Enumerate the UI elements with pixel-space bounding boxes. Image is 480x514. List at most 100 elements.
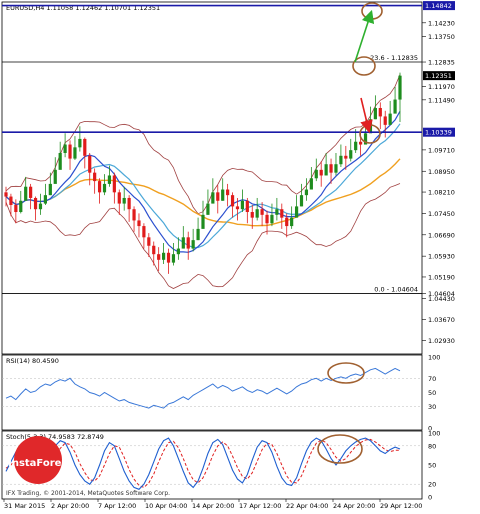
stoch-tick-label: 0 (428, 494, 432, 502)
candle-body (393, 99, 397, 114)
candle-body (255, 209, 259, 218)
price-badge-label-1: 1.12351 (425, 72, 452, 80)
stoch-tick-label: 100 (428, 430, 440, 438)
candle-body (373, 107, 377, 120)
x-tick-label: 7 Apr 12:00 (98, 502, 136, 510)
candle-body (201, 214, 205, 229)
candle-body (339, 155, 343, 165)
candle-body (324, 164, 328, 176)
candle-body (93, 172, 97, 182)
candle-body (112, 175, 116, 193)
candle-body (132, 209, 136, 221)
candle-body (378, 107, 382, 117)
rsi-tick-label: 30 (428, 403, 436, 411)
candle-body (211, 192, 215, 204)
candle-body (33, 197, 38, 210)
candle-body (97, 181, 102, 193)
candle-body (230, 195, 235, 207)
candle-body (314, 169, 318, 179)
candle-body (235, 206, 240, 210)
candle-body (388, 113, 392, 125)
y-tick-label: 1.08210 (428, 189, 455, 197)
candle-body (43, 195, 47, 204)
rsi-tick-label: 70 (428, 375, 436, 383)
candle-body (368, 119, 373, 134)
x-tick-label: 24 Apr 20:00 (333, 502, 375, 510)
y-tick-label: 1.05190 (428, 273, 455, 281)
y-tick-label: 1.11490 (428, 96, 455, 104)
candle-body (250, 212, 254, 218)
y-tick-label: 1.07450 (428, 210, 455, 218)
candle-body (196, 228, 200, 241)
candle-body (9, 196, 13, 205)
candle-body (275, 209, 279, 215)
candle-body (102, 183, 107, 193)
candle-body (152, 245, 156, 255)
candle-body (383, 116, 387, 125)
price-badge-label-2: 1.10339 (425, 129, 452, 137)
candle-body (38, 203, 43, 210)
y-tick-label: 1.02930 (428, 337, 455, 345)
candle-body (329, 164, 333, 173)
y-tick-label: 1.12835 (428, 59, 455, 67)
candle-body (216, 192, 220, 201)
x-tick-label: 31 Mar 2015 (4, 502, 45, 510)
candle-body (304, 189, 309, 196)
stoch-tick-label: 80 (428, 442, 436, 450)
candle-body (53, 169, 57, 184)
candle-body (29, 186, 33, 198)
candle-body (4, 192, 8, 197)
rsi-tick-label: 100 (428, 354, 440, 362)
candle-body (206, 203, 210, 215)
x-tick-label: 29 Apr 12:00 (380, 502, 422, 510)
logo-text: InstaForex (8, 458, 68, 469)
level-label-1: 23.6 - 1.12835 (370, 54, 418, 62)
candle-body (127, 197, 131, 210)
candle-body (147, 237, 151, 246)
candle-body (226, 189, 230, 196)
candle-body (245, 200, 249, 213)
candle-body (240, 200, 244, 210)
candle-body (166, 252, 171, 263)
candle-body (334, 164, 338, 173)
rsi-title: RSI(14) 80.4590 (6, 357, 59, 365)
candle-body (186, 237, 190, 249)
candle-body (260, 209, 264, 215)
x-tick-label: 17 Apr 12:00 (239, 502, 281, 510)
candle-body (191, 240, 195, 249)
candle-body (157, 254, 161, 260)
candle-body (285, 217, 289, 227)
candle-body (171, 254, 176, 263)
candle-body (122, 197, 126, 204)
candle-body (359, 141, 363, 145)
candle-body (319, 169, 323, 176)
candle-body (299, 195, 304, 207)
x-tick-label: 22 Apr 04:00 (286, 502, 328, 510)
stoch-title: Stoch(5,3,3) 74.9583 72.8749 (6, 433, 104, 441)
candle-body (354, 141, 358, 151)
y-tick-label: 1.14230 (428, 19, 455, 27)
x-tick-label: 2 Apr 20:00 (51, 502, 89, 510)
y-tick-label: 1.08950 (428, 168, 455, 176)
main-pane-frame (1, 1, 423, 355)
price-badge-label-0: 1.14842 (425, 2, 452, 10)
candle-body (14, 204, 18, 213)
y-tick-label: 1.11970 (428, 83, 455, 91)
candle-body (83, 138, 87, 156)
candle-body (280, 209, 284, 218)
candle-body (309, 178, 313, 190)
chart-root: EURUSD,H4 1.11058 1.12462 1.10701 1.1235… (0, 0, 480, 510)
x-tick-label: 10 Apr 04:00 (145, 502, 187, 510)
candle-body (78, 138, 82, 148)
candle-body (63, 144, 67, 153)
candle-body (344, 155, 348, 159)
candle-body (48, 183, 52, 196)
y-tick-label: 1.09710 (428, 146, 455, 154)
candle-body (137, 220, 141, 227)
candle-body (73, 147, 77, 159)
candle-body (265, 214, 269, 224)
candle-body (58, 152, 62, 170)
candle-body (181, 237, 185, 249)
y-tick-label: 1.06690 (428, 231, 455, 239)
stoch-tick-label: 50 (428, 462, 436, 470)
